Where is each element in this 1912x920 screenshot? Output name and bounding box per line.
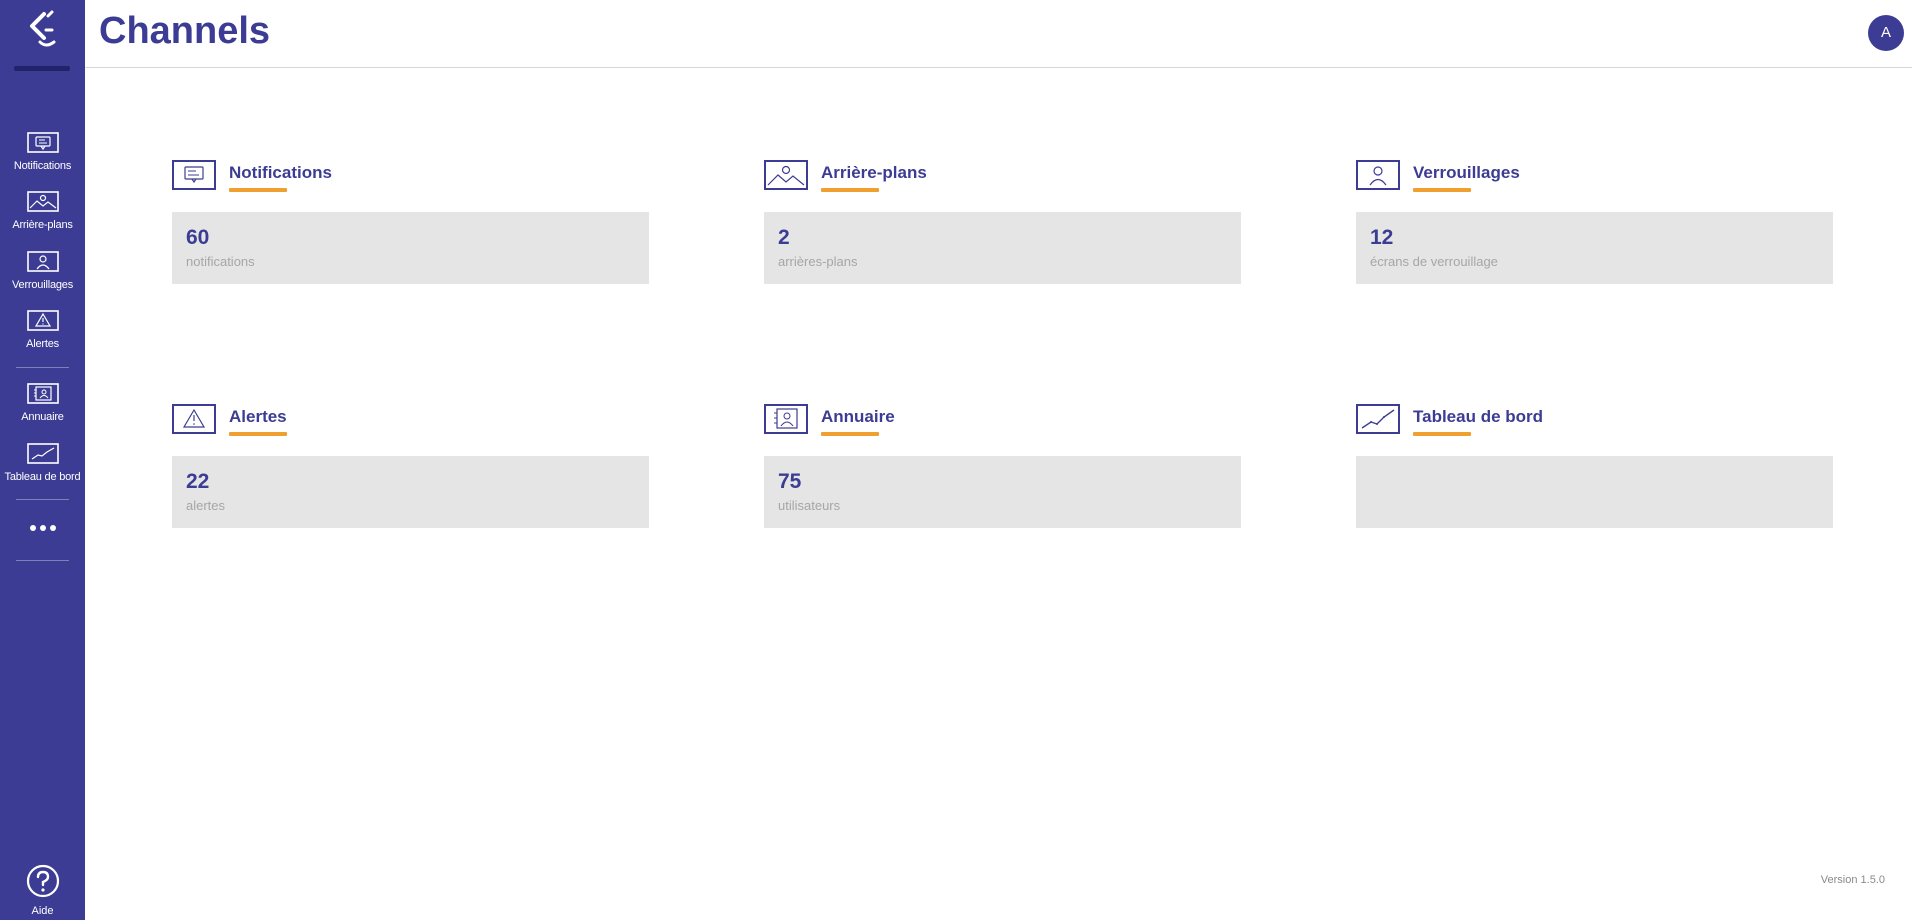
card-count: 60 — [186, 226, 210, 249]
card-title[interactable]: Verrouillages — [1413, 163, 1520, 183]
warning-icon — [26, 310, 59, 331]
sidebar-item-label: Annuaire — [21, 411, 64, 423]
card-header: Alertes — [172, 404, 649, 456]
card-count: 75 — [778, 470, 802, 493]
card-unit: notifications — [186, 254, 255, 269]
sidebar-item-label: Alertes — [26, 338, 59, 350]
more-button[interactable] — [0, 520, 85, 540]
sidebar-item-label: Tableau de bord — [4, 471, 81, 483]
card-unit: écrans de verrouillage — [1370, 254, 1498, 269]
sidebar-item-alertes[interactable]: Alertes — [0, 310, 85, 366]
card-stat-box: 22 alertes — [172, 456, 649, 528]
more-dots-icon — [29, 525, 56, 531]
help-label: Aide — [31, 905, 54, 917]
image-icon — [764, 160, 808, 190]
card-tableau-de-bord[interactable]: Tableau de bord — [1356, 404, 1833, 528]
card-title[interactable]: Alertes — [229, 407, 287, 427]
card-stat-box: 75 utilisateurs — [764, 456, 1241, 528]
chart-icon — [26, 443, 59, 464]
card-title[interactable]: Annuaire — [821, 407, 895, 427]
card-title-underline — [229, 432, 287, 436]
sidebar-divider — [16, 499, 69, 500]
card-arriere-plans[interactable]: Arrière-plans 2 arrières-plans — [764, 160, 1241, 284]
sidebar-item-verrouillages[interactable]: Verrouillages — [0, 251, 85, 307]
card-unit: utilisateurs — [778, 498, 841, 513]
card-count: 12 — [1370, 226, 1394, 249]
card-title[interactable]: Tableau de bord — [1413, 407, 1543, 427]
card-header: Tableau de bord — [1356, 404, 1833, 456]
card-header: Annuaire — [764, 404, 1241, 456]
notification-icon — [172, 160, 216, 190]
notification-icon — [26, 132, 59, 153]
card-header: Notifications — [172, 160, 649, 212]
card-stat-box: 12 écrans de verrouillage — [1356, 212, 1833, 284]
card-unit: arrières-plans — [778, 254, 858, 269]
sidebar-item-label: Verrouillages — [12, 279, 73, 291]
card-unit: alertes — [186, 498, 226, 513]
page-title: Channels — [99, 10, 271, 52]
app-logo-icon[interactable] — [22, 10, 62, 50]
card-title[interactable]: Notifications — [229, 163, 332, 183]
card-stat-box — [1356, 456, 1833, 528]
sidebar-item-label: Arrière-plans — [12, 219, 73, 231]
card-notifications[interactable]: Notifications 60 notifications — [172, 160, 649, 284]
sidebar-item-arriere-plans[interactable]: Arrière-plans — [0, 191, 85, 247]
directory-icon — [26, 383, 59, 404]
card-alertes[interactable]: Alertes 22 alertes — [172, 404, 649, 528]
card-stat-box: 2 arrières-plans — [764, 212, 1241, 284]
card-title-underline — [1413, 188, 1471, 192]
card-stat-box: 60 notifications — [172, 212, 649, 284]
sidebar-item-label: Notifications — [13, 160, 72, 172]
card-count: 22 — [186, 470, 210, 493]
card-title[interactable]: Arrière-plans — [821, 163, 927, 183]
directory-icon — [764, 404, 808, 434]
help-button[interactable]: Aide — [0, 864, 85, 917]
sidebar-item-notifications[interactable]: Notifications — [0, 132, 85, 188]
image-icon — [26, 191, 59, 212]
sidebar-divider — [16, 560, 69, 561]
card-header: Arrière-plans — [764, 160, 1241, 212]
help-icon — [26, 864, 59, 898]
chart-icon — [1356, 404, 1400, 434]
logo-underline — [14, 66, 70, 71]
user-lock-icon — [26, 251, 59, 272]
version-label: Version 1.5.0 — [1820, 874, 1885, 886]
sidebar-item-annuaire[interactable]: Annuaire — [0, 383, 85, 439]
sidebar-divider — [16, 367, 69, 368]
card-title-underline — [1413, 432, 1471, 436]
user-lock-icon — [1356, 160, 1400, 190]
warning-icon — [172, 404, 216, 434]
sidebar-item-tableau-de-bord[interactable]: Tableau de bord — [0, 443, 85, 499]
user-avatar[interactable]: A — [1868, 15, 1904, 51]
card-title-underline — [229, 188, 287, 192]
card-title-underline — [821, 432, 879, 436]
sidebar: Notifications Arrière-plans Verrouillage… — [0, 0, 85, 920]
card-verrouillages[interactable]: Verrouillages 12 écrans de verrouillage — [1356, 160, 1833, 284]
card-title-underline — [821, 188, 879, 192]
card-annuaire[interactable]: Annuaire 75 utilisateurs — [764, 404, 1241, 528]
top-header: Channels A — [85, 0, 1912, 68]
card-header: Verrouillages — [1356, 160, 1833, 212]
card-count: 2 — [778, 226, 790, 249]
